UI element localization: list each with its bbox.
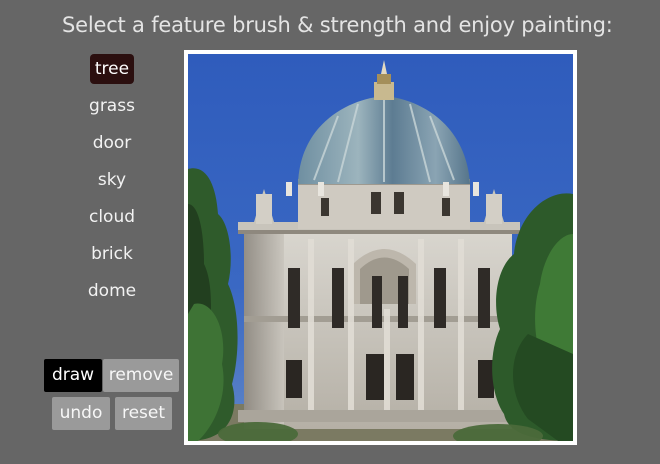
- feature-brush-label: sky: [97, 170, 127, 190]
- feature-brush-brick[interactable]: brick: [72, 238, 152, 270]
- reset-button[interactable]: reset: [115, 397, 172, 430]
- feature-brush-sky[interactable]: sky: [72, 164, 152, 196]
- feature-brush-list: tree grass door sky cloud brick dome: [72, 53, 152, 312]
- feature-brush-label: cloud: [88, 207, 136, 227]
- feature-brush-label: tree: [89, 54, 135, 84]
- painting-canvas[interactable]: [188, 54, 573, 441]
- feature-brush-dome[interactable]: dome: [72, 275, 152, 307]
- draw-button[interactable]: draw: [44, 359, 102, 392]
- feature-brush-cloud[interactable]: cloud: [72, 201, 152, 233]
- painting-app: Select a feature brush & strength and en…: [0, 0, 660, 464]
- feature-brush-label: door: [92, 133, 132, 153]
- feature-brush-tree[interactable]: tree: [72, 53, 152, 85]
- painting-canvas-frame: [184, 50, 577, 445]
- feature-brush-door[interactable]: door: [72, 127, 152, 159]
- feature-brush-grass[interactable]: grass: [72, 90, 152, 122]
- remove-button[interactable]: remove: [103, 359, 179, 392]
- feature-brush-label: brick: [91, 244, 133, 264]
- undo-button[interactable]: undo: [52, 397, 110, 430]
- instruction-title: Select a feature brush & strength and en…: [62, 13, 613, 37]
- feature-brush-label: grass: [89, 96, 135, 116]
- feature-brush-label: dome: [87, 281, 137, 301]
